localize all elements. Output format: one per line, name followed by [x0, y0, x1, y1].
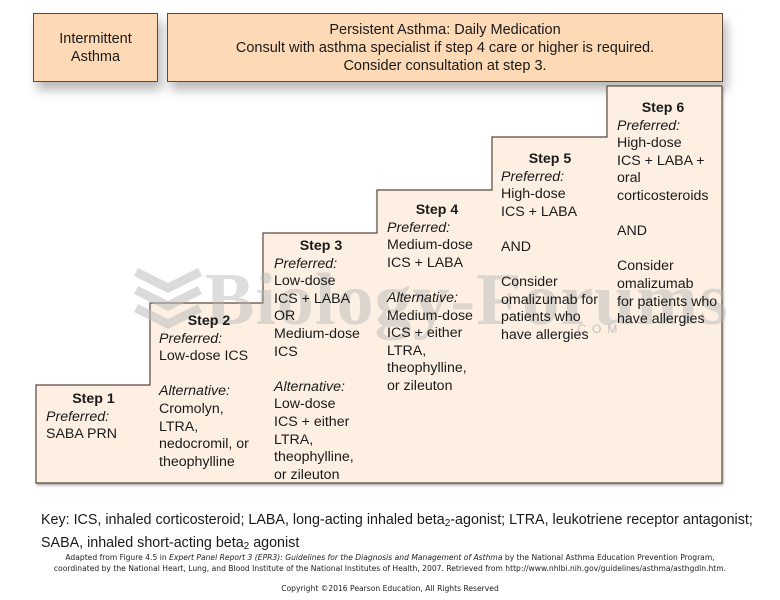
- alternative-item: Low-dose: [274, 396, 336, 413]
- source-citation: Adapted from Figure 4.5 in Expert Panel …: [0, 552, 780, 574]
- step-title: Step 5: [528, 151, 572, 167]
- step-5: Step 5 Preferred: High-dose ICS + LABA A…: [501, 151, 605, 345]
- alternative-label: Alternative:: [387, 289, 458, 306]
- preferred-item: High-dose: [501, 186, 566, 203]
- preferred-label: Preferred:: [617, 117, 681, 134]
- step-2: Step 2 Preferred: Low-dose ICS Alternati…: [159, 313, 259, 471]
- source-title: Expert Panel Report 3 (EPR3): Guidelines…: [169, 553, 503, 562]
- step-title: Step 1: [72, 391, 115, 407]
- alternative-item: or zileuton: [274, 466, 340, 483]
- consider-item: patients who: [501, 309, 581, 326]
- abbreviation-key: Key: ICS, inhaled corticosteroid; LABA, …: [41, 511, 761, 556]
- step-title: Step 4: [415, 202, 459, 218]
- step-title: Step 2: [187, 313, 231, 329]
- preferred-item: SABA PRN: [46, 426, 117, 443]
- consider-item: Consider: [617, 258, 674, 275]
- preferred-item: ICS + LABA +: [617, 152, 705, 169]
- and-label: AND: [617, 223, 647, 240]
- alternative-item: theophylline: [159, 453, 235, 470]
- preferred-item: Medium-dose: [387, 237, 473, 254]
- consider-item: have allergies: [501, 326, 589, 343]
- alternative-item: nedocromil, or: [159, 436, 249, 453]
- preferred-item: ICS: [274, 343, 298, 360]
- preferred-item: Low-dose ICS: [159, 348, 249, 365]
- preferred-label: Preferred:: [501, 168, 565, 185]
- alternative-item: or zileuton: [387, 377, 453, 394]
- alternative-item: Medium-dose: [387, 307, 473, 324]
- consider-item: omalizumab for: [501, 291, 598, 308]
- alternative-label: Alternative:: [159, 383, 230, 400]
- consider-item: omalizumab: [617, 275, 694, 292]
- source-part2: by the National Asthma Education Prevent…: [502, 553, 715, 562]
- consider-item: have allergies: [617, 311, 705, 328]
- preferred-item: OR: [274, 308, 296, 325]
- consider-item: Consider: [501, 274, 558, 291]
- and-label: AND: [501, 238, 531, 255]
- preferred-item: corticosteroids: [617, 187, 709, 204]
- alternative-item: theophylline,: [387, 360, 467, 377]
- preferred-label: Preferred:: [46, 408, 110, 425]
- key-prefix: Key: ICS, inhaled corticosteroid; LABA, …: [41, 512, 445, 528]
- preferred-item: oral: [617, 170, 641, 187]
- preferred-item: High-dose: [617, 135, 682, 152]
- alternative-item: LTRA,: [387, 342, 427, 359]
- alternative-item: LTRA,: [159, 418, 199, 435]
- preferred-label: Preferred:: [387, 219, 451, 236]
- alternative-item: LTRA,: [274, 431, 314, 448]
- alternative-item: theophylline,: [274, 449, 354, 466]
- alternative-item: ICS + either: [274, 413, 350, 430]
- step-1: Step 1 Preferred: SABA PRN: [46, 391, 141, 444]
- step-6: Step 6 Preferred: High-dose ICS + LABA +…: [617, 100, 721, 329]
- preferred-item: ICS + LABA: [387, 254, 464, 271]
- step-3: Step 3 Preferred: Low-dose ICS + LABA OR…: [274, 238, 374, 484]
- consider-item: for patients who: [617, 293, 718, 310]
- preferred-label: Preferred:: [159, 330, 223, 347]
- step-4: Step 4 Preferred: Medium-dose ICS + LABA…: [387, 202, 487, 396]
- alternative-item: Cromolyn,: [159, 400, 224, 417]
- copyright-notice: Copyright ©2016 Pearson Education, All R…: [281, 584, 499, 593]
- key-suffix: agonist: [249, 534, 300, 551]
- step-title: Step 3: [299, 238, 343, 254]
- step-title: Step 6: [641, 100, 685, 116]
- preferred-item: ICS + LABA: [274, 290, 351, 307]
- alternative-label: Alternative:: [274, 378, 345, 395]
- preferred-item: Low-dose: [274, 273, 336, 290]
- preferred-item: ICS + LABA: [501, 203, 578, 220]
- alternative-item: ICS + either: [387, 325, 463, 342]
- preferred-item: Medium-dose: [274, 325, 360, 342]
- preferred-label: Preferred:: [274, 255, 338, 272]
- source-part1: Adapted from Figure 4.5 in: [65, 553, 170, 562]
- source-line2: coordinated by the National Heart, Lung,…: [53, 564, 727, 573]
